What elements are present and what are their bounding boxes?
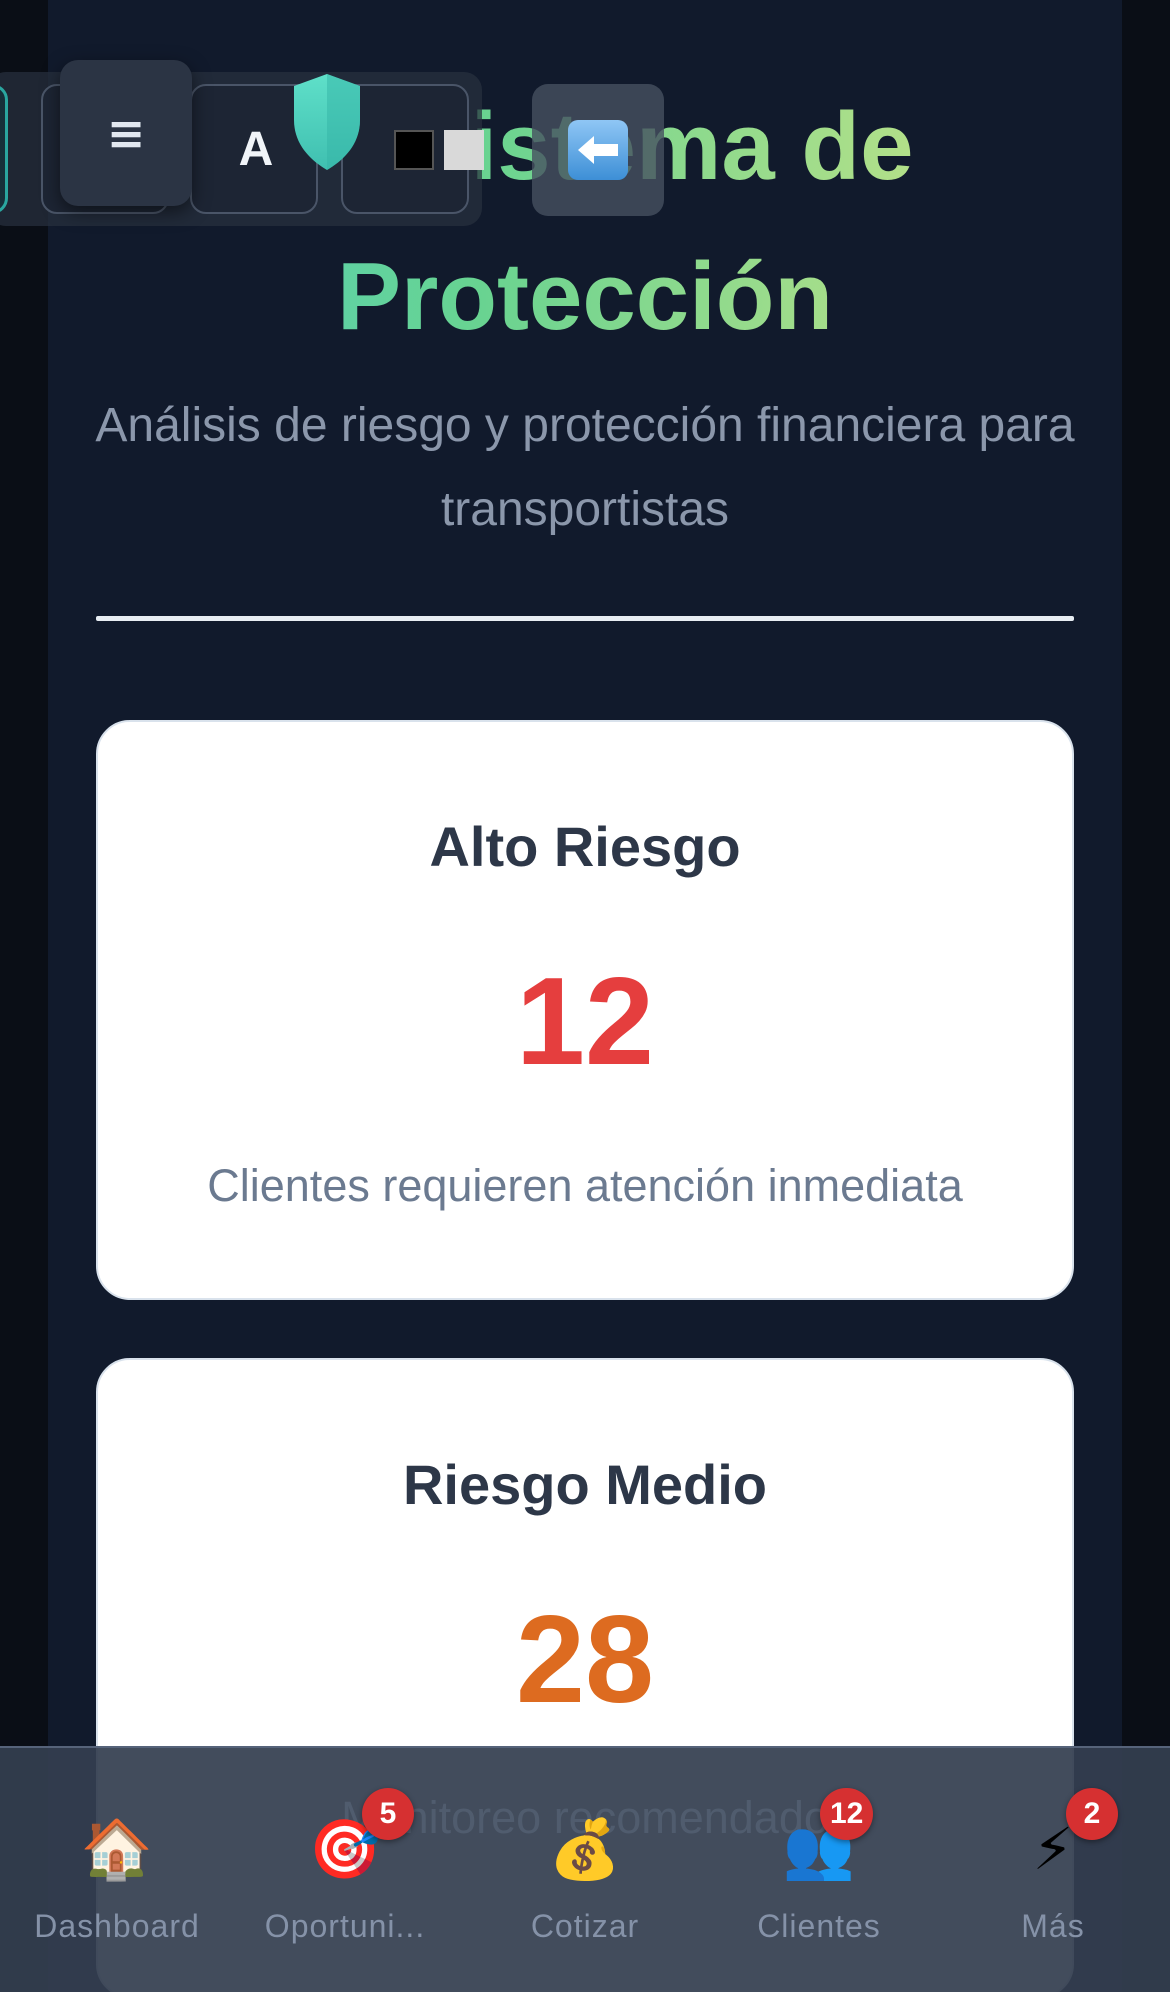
menu-icon: ≡ <box>106 106 146 160</box>
nav-label: Oportuni... <box>264 1908 426 1944</box>
nav-item-dashboard[interactable]: 🏠 Dashboard <box>0 1748 234 1992</box>
nav-label: Cotizar <box>530 1908 640 1944</box>
nav-label: Más <box>1021 1908 1085 1944</box>
money-bag-icon: 💰 <box>548 1815 622 1883</box>
page-title-line2: Protección <box>336 243 834 350</box>
card-description: Clientes requieren atención inmediata <box>207 1160 963 1211</box>
nav-item-cotizar[interactable]: 💰 Cotizar <box>468 1748 702 1992</box>
header-divider <box>96 616 1074 621</box>
nav-label: Dashboard <box>34 1908 200 1944</box>
users-icon: 👥 <box>782 1815 856 1883</box>
card-title: Riesgo Medio <box>402 1453 768 1516</box>
high-risk-card[interactable]: Alto Riesgo 12 Clientes requieren atenci… <box>96 720 1074 1300</box>
back-button[interactable] <box>532 84 664 216</box>
notification-badge: 2 <box>1066 1788 1118 1840</box>
nav-label: Clientes <box>757 1908 881 1944</box>
toolbar-accent-button[interactable] <box>0 84 8 214</box>
card-title: Alto Riesgo <box>429 815 741 878</box>
nav-item-clientes[interactable]: 👥 12 Clientes <box>702 1748 936 1992</box>
house-icon: 🏠 <box>80 1815 154 1883</box>
page-subtitle: Análisis de riesgo y protección financie… <box>95 399 1075 536</box>
nav-item-oportunidades[interactable]: 🎯 5 Oportuni... <box>228 1748 462 1992</box>
back-arrow-icon <box>568 120 628 180</box>
bottom-navigation: Monitoreo recomendado 🏠 Dashboard 🎯 5 Op… <box>0 1746 1170 1992</box>
notification-badge: 5 <box>362 1788 414 1840</box>
menu-button[interactable]: ≡ <box>60 60 192 206</box>
app-screen: Sistema de Protección ≡ A Análisis de <box>0 0 1170 1992</box>
shield-icon <box>294 74 360 170</box>
card-value: 28 <box>516 1591 654 1729</box>
contrast-toggle-icon <box>394 128 490 172</box>
card-value: 12 <box>516 953 654 1091</box>
nav-item-mas[interactable]: ⚡ 2 Más <box>936 1748 1170 1992</box>
notification-badge: 12 <box>820 1788 874 1840</box>
target-icon: 🎯 <box>308 1815 382 1883</box>
lightning-icon: ⚡ <box>1032 1815 1074 1883</box>
